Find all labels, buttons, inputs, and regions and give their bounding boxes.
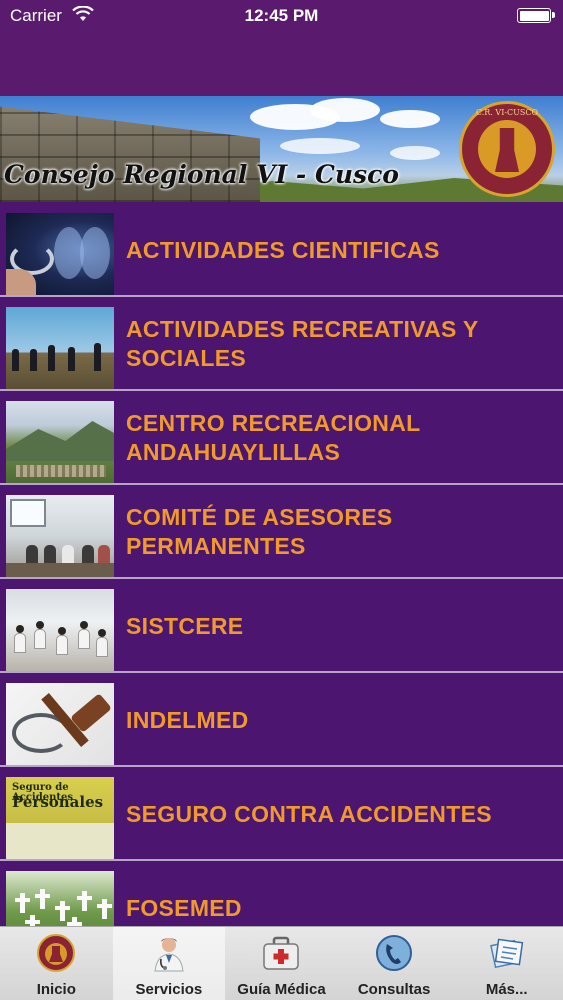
list-item-label: INDELMED <box>126 706 249 733</box>
list-item-label: ACTIVIDADES CIENTIFICAS <box>126 236 440 263</box>
list-item-centro-recreacional[interactable]: CENTRO RECREACIONAL ANDAHUAYLILLAS <box>0 393 563 485</box>
list-item-label: SISTCERE <box>126 612 244 639</box>
meeting-thumbnail <box>6 495 114 577</box>
gavel-thumbnail <box>6 683 114 765</box>
xray-thumbnail <box>6 213 114 295</box>
list-item-label: FOSEMED <box>126 894 242 921</box>
medical-kit-icon <box>263 936 300 970</box>
tab-label: Más... <box>485 981 528 998</box>
list-item-comite-asesores[interactable]: COMITÉ DE ASESORES PERMANENTES <box>0 487 563 579</box>
services-list[interactable]: ACTIVIDADES CIENTIFICAS ACTIVIDADES RECR… <box>0 205 563 926</box>
council-seal-logo: C.R. VI-CUSCO <box>459 101 555 197</box>
seal-text: C.R. VI-CUSCO <box>475 108 539 117</box>
list-item-actividades-recreativas[interactable]: ACTIVIDADES RECREATIVAS Y SOCIALES <box>0 299 563 391</box>
tab-inicio[interactable]: Inicio <box>0 927 113 1000</box>
list-item-fosemed[interactable]: FOSEMED <box>0 863 563 926</box>
battery-icon <box>517 8 555 23</box>
navigation-bar: Carrier 12:45 PM <box>0 0 563 96</box>
insurance-thumbnail: Seguro de Accidentes Personales <box>6 777 114 859</box>
tab-bar: Inicio Servicios Guía Médica Consultas M… <box>0 926 563 1000</box>
list-item-sistcere[interactable]: SISTCERE <box>0 581 563 673</box>
tab-consultas[interactable]: Consultas <box>338 927 451 1000</box>
classroom-thumbnail <box>6 589 114 671</box>
list-item-label: CENTRO RECREACIONAL ANDAHUAYLILLAS <box>126 410 421 465</box>
list-item-label: ACTIVIDADES RECREATIVAS Y SOCIALES <box>126 316 479 371</box>
list-item-indelmed[interactable]: INDELMED <box>0 675 563 767</box>
tab-servicios[interactable]: Servicios <box>112 927 226 1000</box>
seal-icon <box>37 934 76 972</box>
list-item-seguro-accidentes[interactable]: Seguro de Accidentes Personales SEGURO C… <box>0 769 563 861</box>
clock: 12:45 PM <box>244 6 319 25</box>
tab-label: Inicio <box>36 981 76 998</box>
phone-icon <box>376 935 413 971</box>
list-item-actividades-cientificas[interactable]: ACTIVIDADES CIENTIFICAS <box>0 205 563 297</box>
tab-mas[interactable]: Más... <box>450 927 563 1000</box>
list-item-label: COMITÉ DE ASESORES PERMANENTES <box>126 504 393 559</box>
tab-label: Consultas <box>357 981 431 998</box>
runners-thumbnail <box>6 307 114 389</box>
cemetery-thumbnail <box>6 871 114 926</box>
banner-title: Consejo Regional VI - Cusco <box>4 160 399 189</box>
tab-label: Servicios <box>135 981 203 998</box>
status-bar: Carrier 12:45 PM <box>0 0 563 32</box>
tab-label: Guía Médica <box>237 981 326 998</box>
thumbnail-subtitle: Personales <box>12 793 104 811</box>
header-banner: Consejo Regional VI - Cusco C.R. VI-CUSC… <box>0 96 563 202</box>
valley-thumbnail <box>6 401 114 483</box>
more-icon <box>489 938 523 969</box>
list-item-label: SEGURO CONTRA ACCIDENTES <box>126 800 492 827</box>
tab-guia-medica[interactable]: Guía Médica <box>225 927 338 1000</box>
doctor-icon <box>154 938 184 972</box>
